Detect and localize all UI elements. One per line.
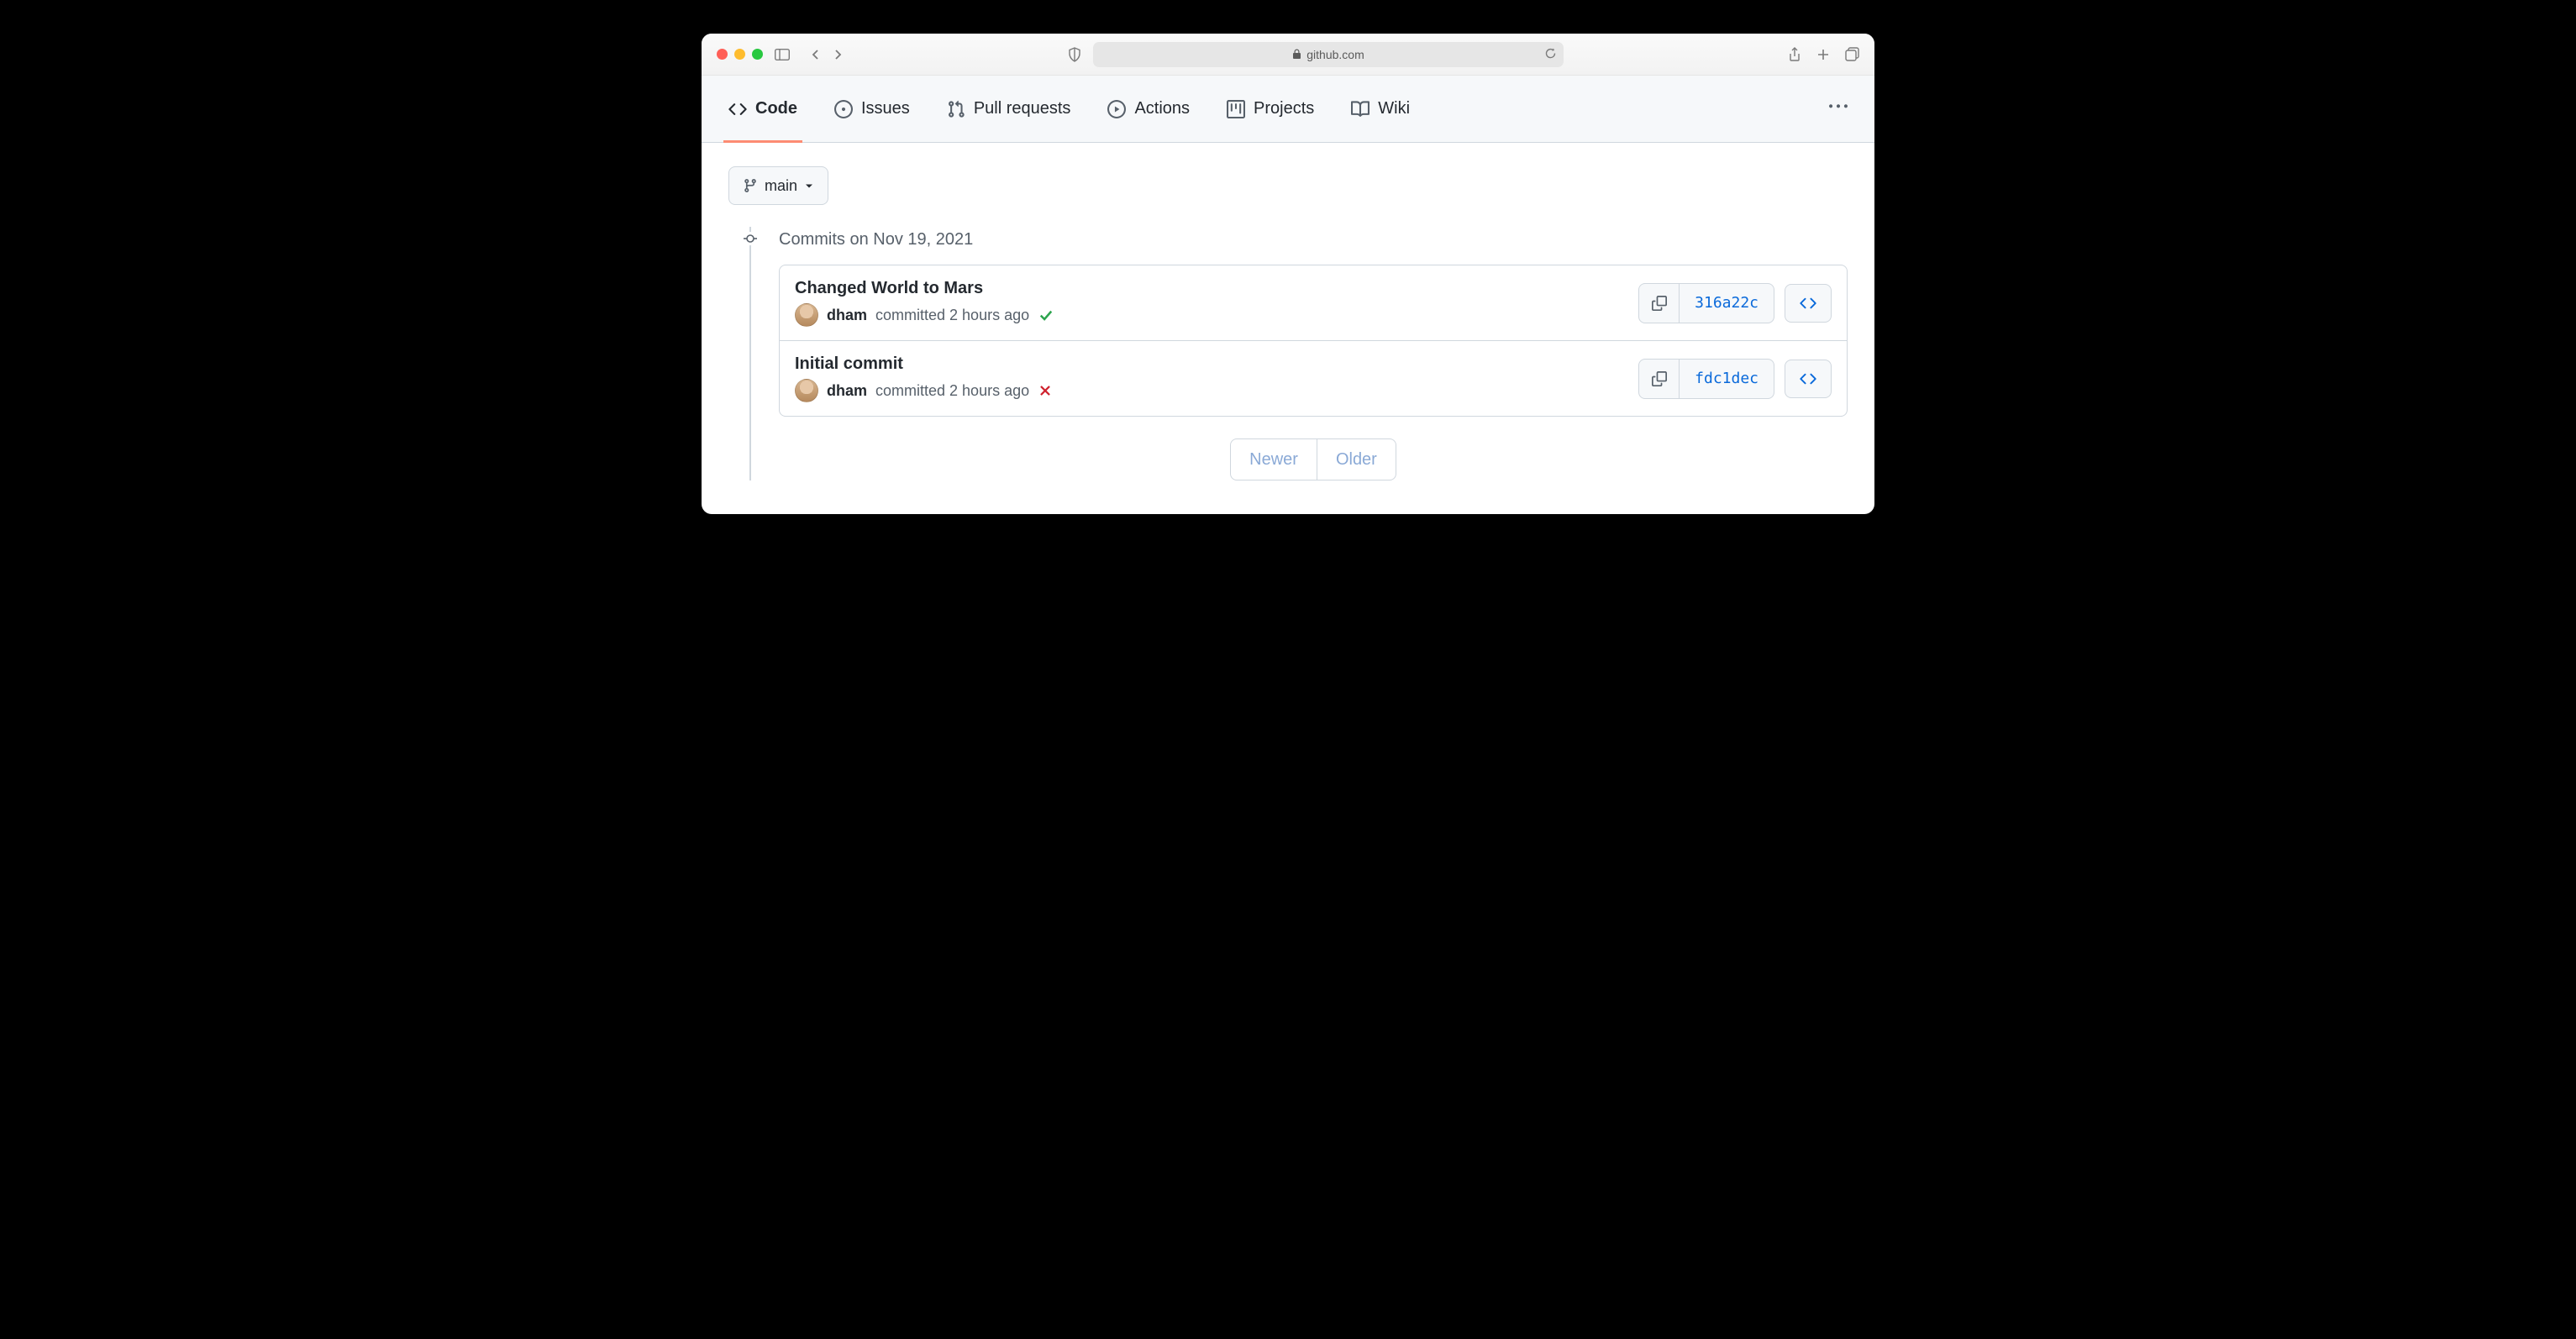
commit-author[interactable]: dham [827,382,867,400]
sidebar-toggle-icon[interactable] [775,49,790,60]
close-window-button[interactable] [717,49,728,60]
repo-nav: Code Issues Pull requests Actions Projec… [702,76,1874,143]
commit-row: Initial commit dham committed 2 hours ag… [780,340,1847,416]
commit-meta-text: committed 2 hours ago [875,307,1029,324]
tab-actions[interactable]: Actions [1107,76,1190,142]
branch-name: main [765,177,797,195]
play-circle-icon [1107,100,1126,118]
branch-select-button[interactable]: main [728,166,828,205]
commit-group-title: Commits on Nov 19, 2021 [779,230,1848,249]
browser-window: github.com Code Issues [702,34,1874,514]
code-icon [1800,295,1816,312]
address-text: github.com [1306,48,1364,61]
kebab-icon [1829,97,1848,116]
address-bar[interactable]: github.com [1093,42,1564,67]
more-menu-button[interactable] [1829,97,1848,120]
commit-row: Changed World to Mars dham committed 2 h… [780,265,1847,340]
commit-title[interactable]: Changed World to Mars [795,279,1054,298]
check-icon [1038,307,1054,323]
copy-sha-button[interactable] [1639,360,1680,398]
newer-button[interactable]: Newer [1231,439,1317,480]
issue-icon [834,100,853,118]
status-success-icon[interactable] [1038,307,1054,323]
commit-title[interactable]: Initial commit [795,354,1053,374]
git-branch-icon [743,178,758,193]
page-content: main Commits on Nov 19, 2021 Changed Wor… [702,143,1874,514]
tab-overview-icon[interactable] [1845,47,1859,62]
tab-code[interactable]: Code [728,76,797,142]
commit-sha-link[interactable]: 316a22c [1680,284,1774,323]
older-button[interactable]: Older [1317,439,1396,480]
reload-button[interactable] [1544,47,1557,62]
project-icon [1227,100,1245,118]
pull-request-icon [947,100,965,118]
dropdown-caret-icon [804,181,814,191]
copy-sha-button[interactable] [1639,284,1680,323]
browse-repo-button[interactable] [1785,360,1832,398]
x-icon [1038,383,1053,398]
share-icon[interactable] [1788,47,1801,62]
sha-button-group: 316a22c [1638,283,1774,323]
browse-repo-button[interactable] [1785,284,1832,323]
maximize-window-button[interactable] [752,49,763,60]
timeline-rail [728,227,779,480]
privacy-shield-icon[interactable] [1068,47,1081,62]
commit-meta-text: committed 2 hours ago [875,382,1029,400]
pagination: Newer Older [779,438,1848,480]
minimize-window-button[interactable] [734,49,745,60]
code-icon [1800,370,1816,387]
window-controls [717,49,763,60]
tab-issues[interactable]: Issues [834,76,910,142]
avatar[interactable] [795,379,818,402]
commit-author[interactable]: dham [827,307,867,324]
tab-pull-requests[interactable]: Pull requests [947,76,1071,142]
commit-marker-icon [744,232,757,245]
nav-buttons [810,49,844,60]
status-failure-icon[interactable] [1038,383,1053,398]
commit-sha-link[interactable]: fdc1dec [1680,360,1774,398]
lock-icon [1292,49,1301,60]
book-icon [1351,100,1369,118]
copy-icon [1652,296,1667,311]
copy-icon [1652,371,1667,386]
back-button[interactable] [810,49,822,60]
tab-projects[interactable]: Projects [1227,76,1314,142]
titlebar: github.com [702,34,1874,76]
code-icon [728,100,747,118]
commit-list: Changed World to Mars dham committed 2 h… [779,265,1848,417]
sha-button-group: fdc1dec [1638,359,1774,399]
avatar[interactable] [795,303,818,327]
forward-button[interactable] [832,49,844,60]
tab-wiki[interactable]: Wiki [1351,76,1410,142]
new-tab-icon[interactable] [1816,47,1830,62]
